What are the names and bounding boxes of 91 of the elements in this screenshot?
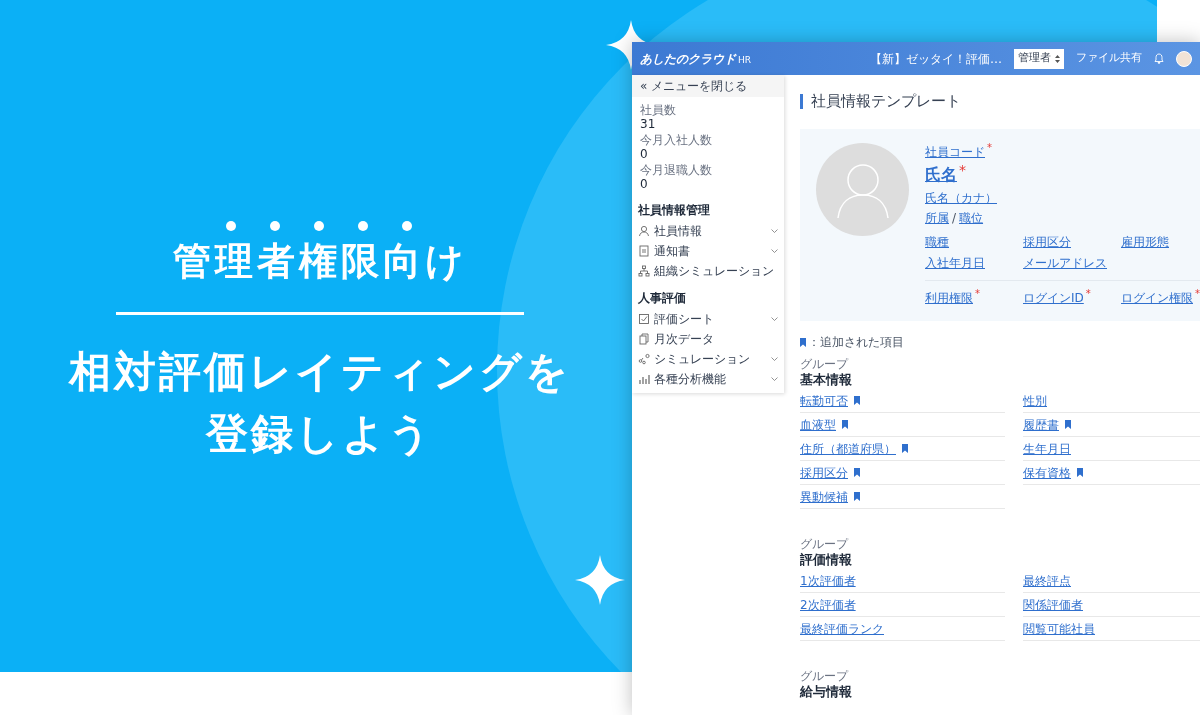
bookmark-icon xyxy=(1065,420,1071,429)
chevron-down-icon xyxy=(771,229,778,233)
separator-text: / xyxy=(952,210,957,227)
section-heading: 社員情報管理 xyxy=(638,202,711,219)
field-link[interactable]: 採用区分 xyxy=(800,463,848,482)
bookmark-icon xyxy=(842,420,848,429)
org-chart-icon xyxy=(638,265,650,277)
file-share-link[interactable]: ファイル共有 xyxy=(1076,50,1142,67)
field-link[interactable]: メールアドレス xyxy=(1023,254,1107,272)
required-mark: * xyxy=(987,143,992,153)
sidebar-item[interactable]: 組織シミュレーション xyxy=(638,261,778,281)
field-link[interactable]: 保有資格 xyxy=(1023,463,1071,482)
field-link[interactable]: 血液型 xyxy=(800,415,836,434)
field-link[interactable]: 2次評価者 xyxy=(800,595,856,614)
required-mark: * xyxy=(1195,289,1200,299)
sparkle-icon xyxy=(575,555,625,605)
field-link[interactable]: 氏名（カナ） xyxy=(925,189,997,207)
group-title: 評価情報 xyxy=(800,551,853,569)
chevron-down-icon xyxy=(771,357,778,361)
field-link[interactable]: 最終評点 xyxy=(1023,571,1071,590)
avatar[interactable] xyxy=(1176,50,1192,67)
logo[interactable]: あしたのクラウド xyxy=(640,49,736,68)
emphasis-dots-icon xyxy=(225,220,415,232)
bookmark-icon xyxy=(854,492,860,501)
logo-suffix: HR xyxy=(738,54,752,67)
field-link[interactable]: 利用権限 xyxy=(925,289,973,307)
stat-label: 今月退職人数 xyxy=(640,163,713,177)
sidebar-item[interactable]: 社員情報 xyxy=(638,221,778,241)
page-title: 社員情報テンプレート xyxy=(811,90,961,112)
close-menu-button[interactable]: « メニューを閉じる xyxy=(632,75,784,97)
bookmark-icon xyxy=(1077,468,1083,477)
field-link[interactable]: 氏名 xyxy=(925,163,957,187)
bookmark-icon xyxy=(854,396,860,405)
sidebar-item[interactable]: 通知書 xyxy=(638,241,778,261)
field-link[interactable]: 1次評価者 xyxy=(800,571,856,590)
bar-chart-icon xyxy=(638,373,650,385)
sidebar-item[interactable]: 月次データ xyxy=(638,329,778,349)
field-link[interactable]: 所属 xyxy=(925,209,949,227)
checklist-icon xyxy=(638,313,650,325)
headline-text: 登録しよう xyxy=(206,408,434,460)
field-link[interactable]: 転勤可否 xyxy=(800,391,848,410)
field-link[interactable]: 性別 xyxy=(1023,391,1047,410)
tagline: 管理者権限向け xyxy=(172,238,468,285)
sidebar-item[interactable]: 評価シート xyxy=(638,309,778,329)
bookmark-icon xyxy=(800,337,806,347)
field-link[interactable]: 職位 xyxy=(959,209,984,227)
notice-link[interactable]: 【新】ゼッタイ！評価… xyxy=(870,49,1002,68)
group-caption: グループ xyxy=(800,669,850,683)
field-link[interactable]: 採用区分 xyxy=(1023,233,1071,251)
field-link[interactable]: ログイン権限 xyxy=(1121,289,1193,307)
required-mark: * xyxy=(975,289,980,299)
field-link[interactable]: 住所（都道府県） xyxy=(800,439,896,458)
sidebar-item[interactable]: シミュレーション xyxy=(638,349,778,369)
scatter-icon xyxy=(638,353,650,365)
stat-label: 今月入社人数 xyxy=(640,133,713,147)
field-link[interactable]: 履歴書 xyxy=(1023,415,1059,434)
field-link[interactable]: 雇用形態 xyxy=(1121,233,1169,251)
bell-icon[interactable] xyxy=(1154,53,1164,64)
field-link[interactable]: 社員コード xyxy=(925,143,985,161)
field-link[interactable]: ログインID xyxy=(1023,289,1084,307)
field-link[interactable]: 最終評価ランク xyxy=(800,619,884,638)
field-link[interactable]: 関係評価者 xyxy=(1023,595,1083,614)
sidebar-item[interactable]: 各種分析機能 xyxy=(638,369,778,389)
required-mark: * xyxy=(959,163,966,177)
field-link[interactable]: 生年月日 xyxy=(1023,439,1071,458)
document-icon xyxy=(638,245,650,257)
legend-text: ：追加された項目 xyxy=(808,334,904,351)
role-select[interactable]: 管理者 xyxy=(1014,48,1064,69)
headline-text: 相対評価レイティングを xyxy=(69,346,571,398)
chevron-down-icon xyxy=(771,249,778,253)
group-caption: グループ xyxy=(800,537,850,551)
field-link[interactable]: 入社年月日 xyxy=(925,254,985,272)
field-link[interactable]: 職種 xyxy=(925,233,949,251)
required-mark: * xyxy=(1085,289,1091,299)
field-link[interactable]: 閲覧可能社員 xyxy=(1023,619,1095,638)
bookmark-icon xyxy=(854,468,860,477)
sort-icon xyxy=(1055,54,1060,63)
copy-icon xyxy=(638,333,650,345)
stat-value: 31 xyxy=(640,117,657,131)
field-link[interactable]: 異動候補 xyxy=(800,487,848,506)
chevron-down-icon xyxy=(771,317,778,321)
stat-value: 0 xyxy=(640,177,649,191)
bookmark-icon xyxy=(902,444,908,453)
group-caption: グループ xyxy=(800,357,850,371)
group-title: 給与情報 xyxy=(800,683,853,701)
stat-label: 社員数 xyxy=(640,103,677,117)
stat-value: 0 xyxy=(640,147,649,161)
person-icon xyxy=(638,225,650,237)
section-heading: 人事評価 xyxy=(638,290,687,307)
group-title: 基本情報 xyxy=(800,371,853,389)
chevron-down-icon xyxy=(771,377,778,381)
